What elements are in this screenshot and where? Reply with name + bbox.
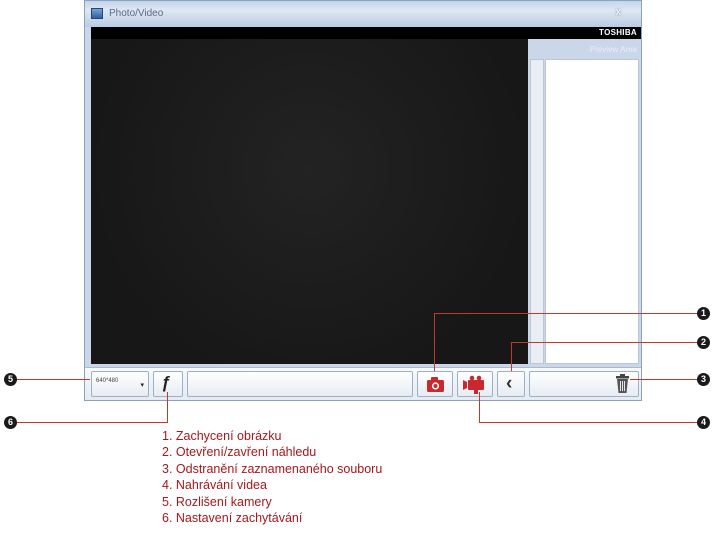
resolution-select[interactable]: 640*480 ▾ (91, 371, 149, 397)
callout-2-line-h (511, 342, 698, 343)
close-button[interactable]: x (616, 6, 622, 18)
record-video-button[interactable] (457, 371, 493, 397)
callout-3-marker: 3 (697, 373, 710, 386)
wrench-icon: ƒ (161, 373, 171, 392)
legend-item-4: 4. Nahrávání videa (162, 478, 267, 493)
callout-1-marker: 1 (697, 307, 710, 320)
callout-4-line-h (479, 422, 698, 423)
preview-area-label: Preview Area (589, 45, 637, 54)
capture-settings-button[interactable]: ƒ (153, 371, 183, 397)
toggle-preview-button[interactable]: ‹ (497, 371, 525, 397)
callout-4-line-v (479, 392, 480, 422)
video-camera-icon (463, 375, 484, 394)
capture-photo-button[interactable] (417, 371, 453, 397)
preview-panel (545, 59, 639, 364)
legend: 1. Zachycení obrázku 2. Otevření/zavření… (162, 428, 382, 526)
callout-2-line-v (511, 342, 512, 371)
camera-icon (427, 377, 444, 392)
callout-6-line-h (17, 422, 167, 423)
brand-bar: TOSHIBA (91, 27, 641, 39)
callout-4-marker: 4 (697, 416, 710, 429)
legend-item-6: 6. Nastavení zachytávání (162, 510, 303, 525)
callout-5-line-h (17, 379, 90, 380)
trash-icon (616, 374, 629, 393)
callout-6-marker: 6 (4, 416, 17, 429)
window-title: Photo/Video (109, 8, 164, 19)
toolbar: 640*480 ▾ ƒ ‹ (85, 367, 641, 400)
callout-1-line-h (434, 313, 698, 314)
preview-scrollbar[interactable] (530, 59, 544, 364)
callout-5-marker: 5 (4, 373, 17, 386)
legend-item-5: 5. Rozlišení kamery (162, 494, 272, 509)
legend-item-3: 3. Odstranění zaznamenaného souboru (162, 461, 383, 476)
callout-3-line-h (630, 379, 698, 380)
delete-file-button[interactable] (529, 371, 639, 397)
chevron-down-icon: ▾ (140, 382, 144, 389)
app-icon (91, 8, 103, 19)
legend-item-2: 2. Otevření/zavření náhledu (162, 445, 317, 460)
camera-view (91, 39, 528, 364)
resolution-value: 640*480 (96, 378, 119, 384)
callout-6-line-v (167, 392, 168, 423)
photo-video-window: Photo/Video x TOSHIBA Preview Area 640*4… (84, 0, 642, 401)
callout-2-marker: 2 (697, 336, 710, 349)
chevron-left-icon: ‹ (506, 373, 513, 394)
title-bar: Photo/Video x (85, 1, 641, 27)
legend-item-1: 1. Zachycení obrázku (162, 429, 282, 443)
toolbar-spacer (187, 371, 413, 397)
brand-logo-text: TOSHIBA (599, 28, 637, 37)
callout-1-line-v (434, 313, 435, 371)
